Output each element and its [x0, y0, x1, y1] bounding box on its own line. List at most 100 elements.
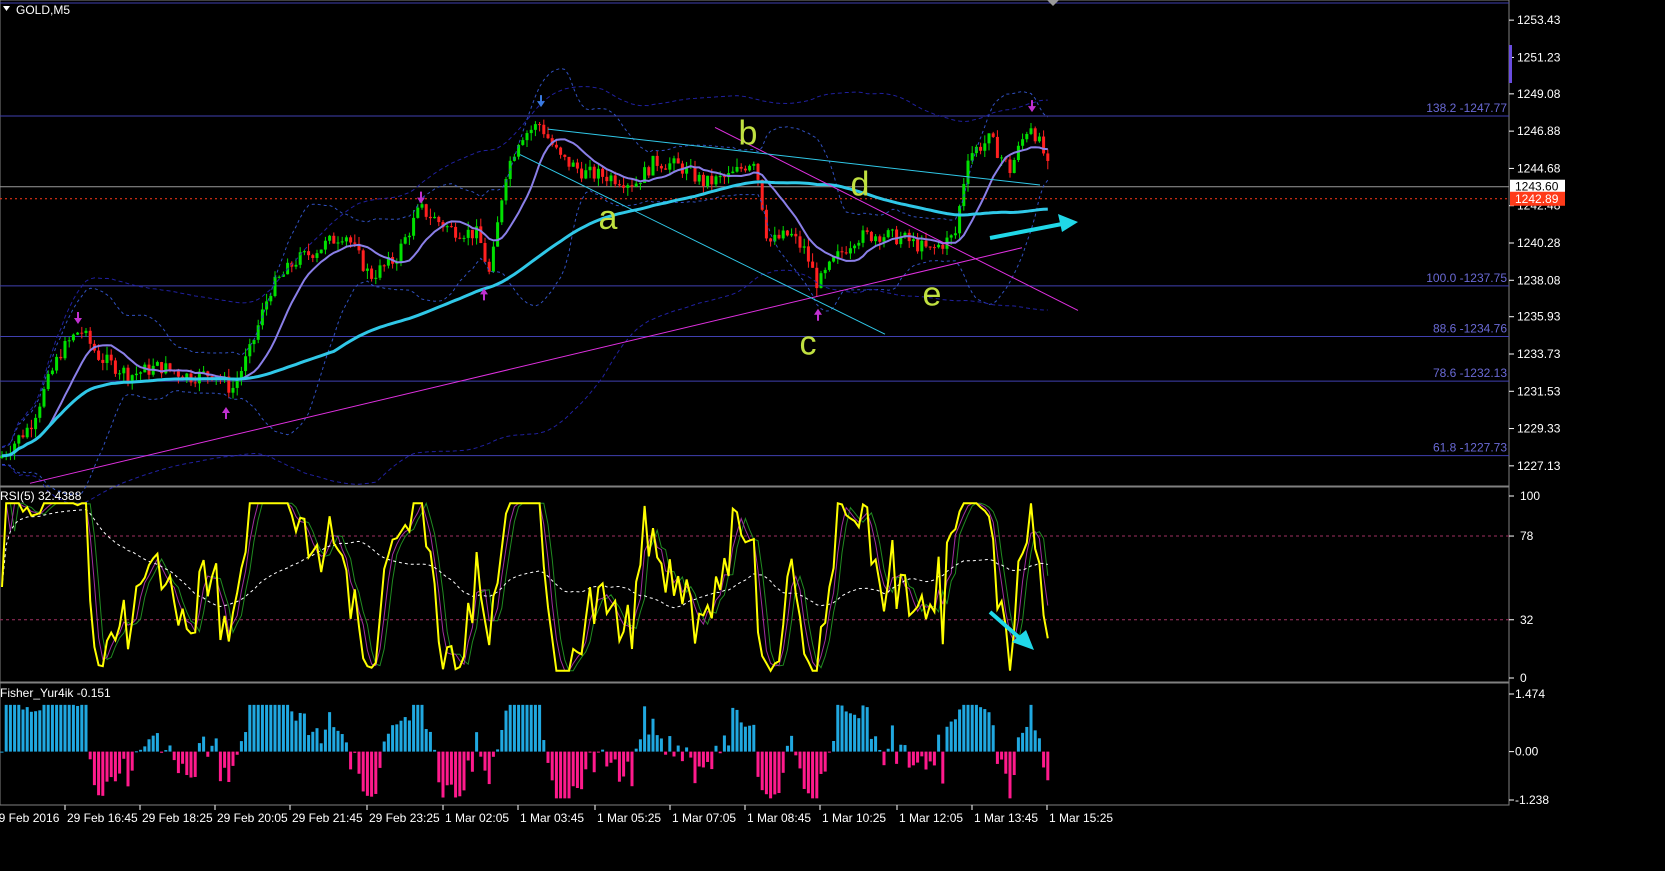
candle-body	[470, 229, 474, 239]
slow-ema-line	[1, 180, 1048, 458]
fisher-bar	[265, 704, 269, 752]
fisher-bar	[563, 751, 567, 799]
trading-chart[interactable]: 138.2 -1247.77 100.0 -1237.75 88.6 -1234.7…	[0, 0, 1665, 871]
fisher-bar	[634, 748, 638, 752]
fisher-label: Fisher_Yur4ik -0.151	[0, 686, 111, 700]
candle-body	[55, 356, 59, 371]
fisher-bar	[1042, 751, 1046, 768]
time-tick-label: 1 Mar 03:45	[520, 811, 584, 825]
fisher-bar	[290, 711, 294, 752]
candle-body	[1000, 157, 1004, 159]
candle-body	[231, 387, 235, 393]
fractal-down-arrow	[537, 95, 545, 108]
candle-body	[1037, 136, 1041, 142]
fisher-bar	[59, 704, 63, 752]
fisher-bar	[353, 751, 357, 753]
candle-body	[521, 140, 525, 145]
candle-body	[769, 238, 773, 242]
fisher-bar	[727, 745, 731, 752]
candle-body	[878, 236, 882, 242]
candle-body	[344, 237, 348, 242]
candle-body	[617, 184, 621, 186]
fisher-bar	[252, 704, 256, 752]
fisher-bar	[554, 751, 558, 799]
fisher-bar	[416, 704, 420, 752]
candle-body	[407, 235, 411, 238]
fisher-bar	[479, 751, 483, 757]
wave-label-c: c	[800, 325, 817, 363]
candle-body	[718, 176, 722, 178]
fisher-bar	[710, 751, 714, 770]
fisher-bar	[521, 704, 525, 752]
rsi-tick-label: 32	[1520, 613, 1534, 627]
fisher-bar	[155, 733, 159, 752]
fisher-bar	[953, 719, 957, 752]
fisher-bar	[273, 704, 277, 752]
candle-body	[437, 216, 441, 223]
fisher-bar	[945, 726, 949, 752]
fisher-bar	[437, 751, 441, 783]
candle-body	[21, 435, 25, 438]
candle-body	[416, 207, 420, 218]
fisher-bar	[403, 717, 407, 752]
fisher-bar	[244, 732, 248, 752]
candle-body	[1012, 159, 1016, 173]
candle-body	[874, 236, 878, 242]
fisher-bar	[601, 749, 605, 752]
candle-body	[668, 163, 672, 170]
chevron-down-icon[interactable]	[3, 6, 10, 11]
candle-body	[748, 165, 752, 171]
candle-body	[1016, 145, 1020, 160]
fisher-bar	[319, 743, 323, 752]
candle-body	[1046, 153, 1050, 161]
candle-body	[647, 167, 651, 176]
fisher-bar	[420, 704, 424, 752]
pink-support-trendline	[29, 247, 1023, 484]
rsi-tick-label: 100	[1520, 489, 1540, 503]
candle-body	[29, 427, 33, 430]
candle-body	[857, 242, 861, 246]
candle-body	[613, 175, 617, 185]
candle-body	[34, 417, 38, 430]
bollinger-lower	[1, 179, 1049, 495]
fisher-bar	[794, 751, 798, 756]
fisher-bar	[46, 704, 50, 752]
candle-body	[1008, 159, 1012, 173]
candle-body	[38, 406, 42, 418]
candle-body	[630, 185, 634, 187]
bollinger-upper	[1, 67, 1049, 448]
time-tick-label: 29 Feb 18:25	[142, 811, 213, 825]
price-tick-label: 1227.13	[1517, 459, 1561, 473]
price-tick-label: 1233.73	[1517, 347, 1561, 361]
fisher-bar	[298, 712, 302, 752]
candle-body	[743, 168, 747, 171]
fisher-bar	[987, 712, 991, 752]
bid-price-value: 1242.89	[1515, 192, 1559, 206]
candle-body	[844, 252, 848, 254]
fisher-bar	[29, 711, 33, 752]
fisher-bar	[76, 705, 80, 752]
fisher-bar	[517, 704, 521, 752]
fisher-bar	[260, 704, 264, 752]
candle-body	[113, 360, 117, 374]
scroll-marker[interactable]	[1509, 45, 1512, 83]
fisher-bar	[50, 704, 54, 752]
fisher-bar	[176, 751, 180, 774]
fisher-bar	[882, 751, 886, 766]
fisher-bar	[550, 751, 554, 781]
candle-body	[294, 264, 298, 267]
rsi-layer	[0, 501, 1509, 673]
fisher-bar	[693, 751, 697, 784]
candle-body	[840, 251, 844, 253]
fib-level-label: 78.6 -1232.13	[1433, 366, 1507, 380]
candle-body	[920, 240, 924, 252]
fisher-bar	[706, 751, 710, 762]
candle-body	[592, 166, 596, 179]
fisher-bar	[139, 749, 143, 752]
fib-level-label: 88.6 -1234.76	[1433, 322, 1507, 336]
rsi-signal-green	[1, 501, 1049, 672]
fisher-bar	[38, 710, 42, 752]
fib-level-label: 138.2 -1247.77	[1426, 101, 1507, 115]
candle-body	[42, 389, 46, 407]
fisher-bar	[718, 751, 722, 754]
